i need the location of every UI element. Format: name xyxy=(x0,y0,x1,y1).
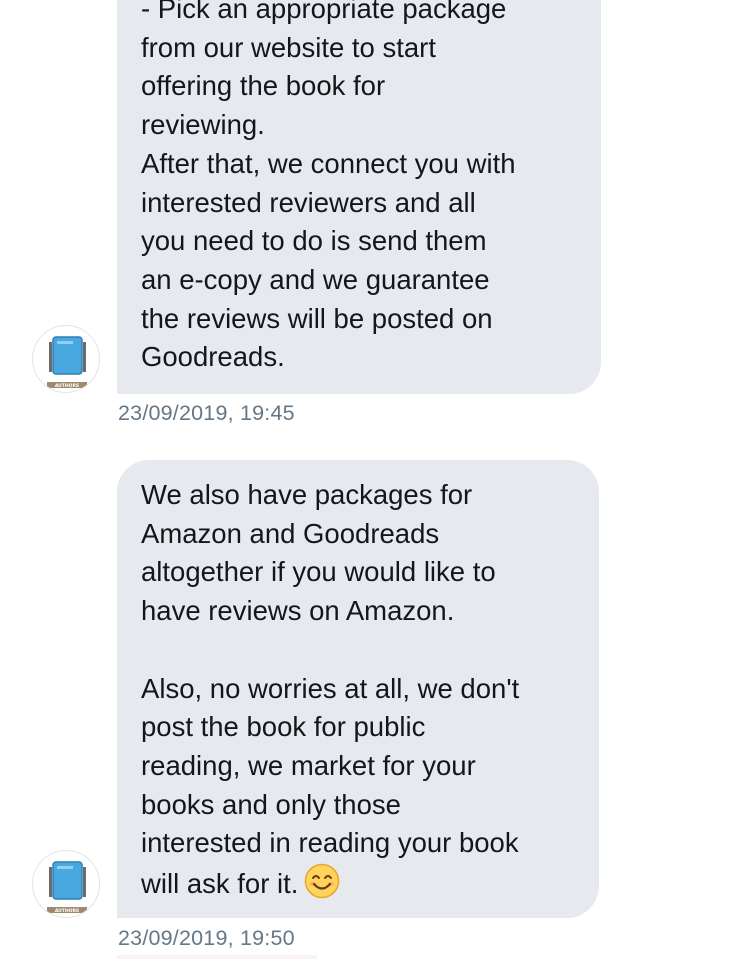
message-timestamp: 23/09/2019, 19:45 xyxy=(118,401,295,425)
smiling-face-icon xyxy=(305,863,340,899)
avatar-label: AUTHORS xyxy=(55,908,79,914)
book-logo-icon: AUTHORS xyxy=(47,861,87,914)
message-bubble[interactable]: We also have packages for Amazon and Goo… xyxy=(117,460,599,918)
sender-avatar[interactable]: AUTHORS xyxy=(32,850,100,918)
avatar-label: AUTHORS xyxy=(55,383,79,389)
book-logo-icon: AUTHORS xyxy=(47,336,87,389)
message-timestamp: 23/09/2019, 19:50 xyxy=(118,926,295,950)
divider xyxy=(117,955,317,959)
message-text: We also have packages for Amazon and Goo… xyxy=(141,479,520,900)
sender-avatar[interactable]: AUTHORS xyxy=(32,325,100,393)
message-bubble[interactable]: - Pick an appropriate package from our w… xyxy=(117,0,601,394)
